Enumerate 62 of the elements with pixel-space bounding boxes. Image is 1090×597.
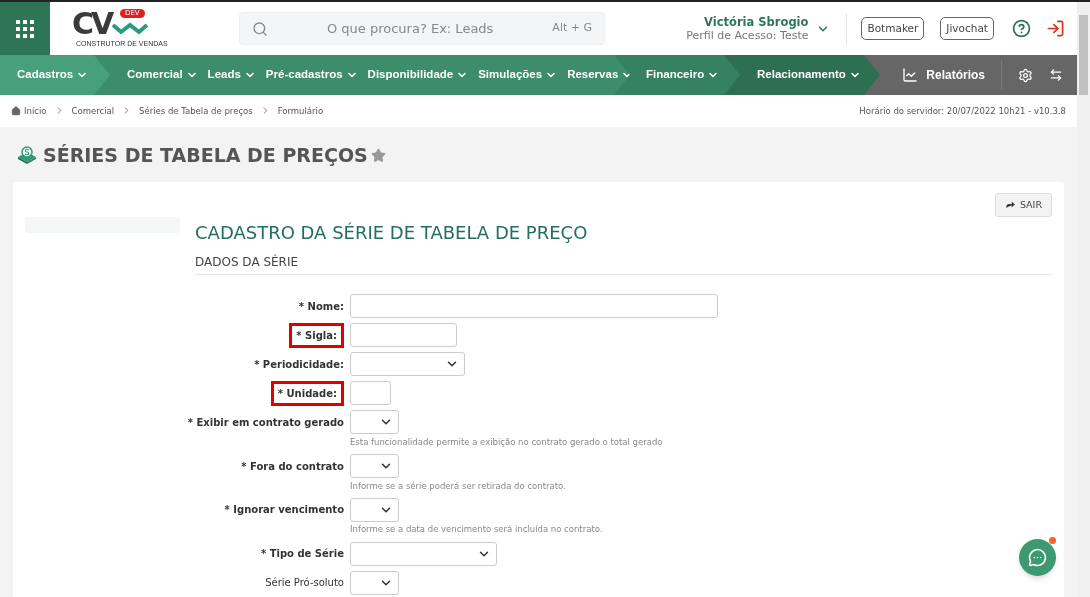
exit-button[interactable]: SAIR bbox=[994, 192, 1052, 217]
field-label: * Unidade: bbox=[270, 380, 344, 406]
nav-menu-item[interactable]: Cadastros bbox=[17, 66, 89, 84]
toolbar-button[interactable]: Botmaker bbox=[861, 17, 925, 40]
toolbar-button[interactable]: Jivochat bbox=[940, 17, 994, 40]
user-profile: Perfil de Acesso: Teste bbox=[686, 28, 809, 43]
field-label: * Ignorar vencimento bbox=[224, 503, 344, 518]
breadcrumb-link[interactable]: Séries de Tabela de preços bbox=[139, 104, 253, 118]
select-field[interactable] bbox=[350, 410, 399, 435]
breadcrumb-link[interactable]: Formulário bbox=[277, 104, 324, 118]
field-label: * Exibir em contrato gerado bbox=[187, 415, 344, 430]
breadcrumb-link[interactable]: Comercial bbox=[71, 104, 115, 118]
grid-icon bbox=[15, 18, 35, 39]
select-field[interactable] bbox=[350, 352, 465, 377]
home-icon bbox=[11, 105, 21, 116]
nav-menu-item[interactable]: Financeiro bbox=[646, 66, 720, 84]
settings-icon[interactable] bbox=[1018, 67, 1033, 83]
user-name: Victória Sbrogio bbox=[704, 14, 809, 29]
favorite-star-icon[interactable] bbox=[370, 147, 386, 163]
field-label: * Tipo de Série bbox=[260, 547, 344, 561]
text-field[interactable] bbox=[350, 381, 391, 406]
reports-link[interactable]: Relatórios bbox=[902, 66, 985, 84]
nav-menu-item[interactable]: Pré-cadastros bbox=[265, 66, 358, 84]
nav-menu-item[interactable]: Leads bbox=[207, 66, 256, 84]
logo-letters: CV bbox=[72, 5, 112, 41]
field-label: * Sigla: bbox=[289, 322, 344, 348]
chat-button[interactable] bbox=[1019, 539, 1056, 576]
select-field[interactable] bbox=[350, 541, 497, 566]
section-heading: DADOS DA SÉRIE bbox=[195, 252, 1052, 275]
field-label: * Nome: bbox=[298, 299, 344, 314]
select-field[interactable] bbox=[350, 570, 399, 595]
nav-menu-item[interactable]: Comercial bbox=[127, 66, 198, 84]
apps-menu-button[interactable] bbox=[0, 2, 50, 55]
nav-menu-item[interactable]: Simulações bbox=[478, 66, 558, 84]
money-box-icon bbox=[17, 146, 37, 165]
field-label: * Periodicidade: bbox=[254, 357, 344, 372]
select-field[interactable] bbox=[350, 497, 399, 522]
logout-icon[interactable] bbox=[1046, 19, 1065, 38]
page-title: SÉRIES DE TABELA DE PREÇOS bbox=[43, 143, 368, 169]
form-title: CADASTRO DA SÉRIE DE TABELA DE PREÇO bbox=[195, 220, 589, 245]
server-info: Horário do servidor: 20/07/2022 10h21 - v10.3.8 bbox=[859, 104, 1066, 118]
field-hint: Esta funcionalidade permite a exibição no contrato gerado o total gerado bbox=[350, 435, 664, 449]
search-icon bbox=[252, 20, 268, 37]
search-input[interactable]: O que procura? Ex: Leads bbox=[268, 18, 553, 39]
text-field[interactable] bbox=[350, 294, 718, 319]
wave-icon bbox=[112, 20, 148, 35]
field-label: Série Pró-soluto bbox=[265, 576, 344, 590]
swap-icon[interactable] bbox=[1049, 68, 1063, 82]
field-hint: Informe se a série poderá ser retirada do contrato. bbox=[350, 479, 567, 493]
text-field[interactable] bbox=[350, 323, 457, 348]
breadcrumb-link[interactable]: Início bbox=[24, 104, 47, 118]
field-hint: Informe se a data de vencimento será incluída no contrato. bbox=[350, 523, 604, 536]
search-field[interactable]: O que procura? Ex: Leads Alt + G bbox=[239, 12, 605, 45]
shortcut-hint: Alt + G bbox=[552, 20, 592, 37]
forward-arrow-icon bbox=[1004, 199, 1016, 211]
select-field[interactable] bbox=[350, 454, 399, 478]
chat-icon bbox=[1028, 548, 1047, 567]
nav-menu-item[interactable]: Disponibilidade bbox=[367, 66, 469, 84]
field-label: * Fora do contrato bbox=[241, 459, 344, 474]
help-icon[interactable] bbox=[1012, 19, 1031, 38]
chart-icon bbox=[902, 67, 919, 83]
nav-menu-item[interactable]: Relacionamento bbox=[757, 66, 861, 84]
